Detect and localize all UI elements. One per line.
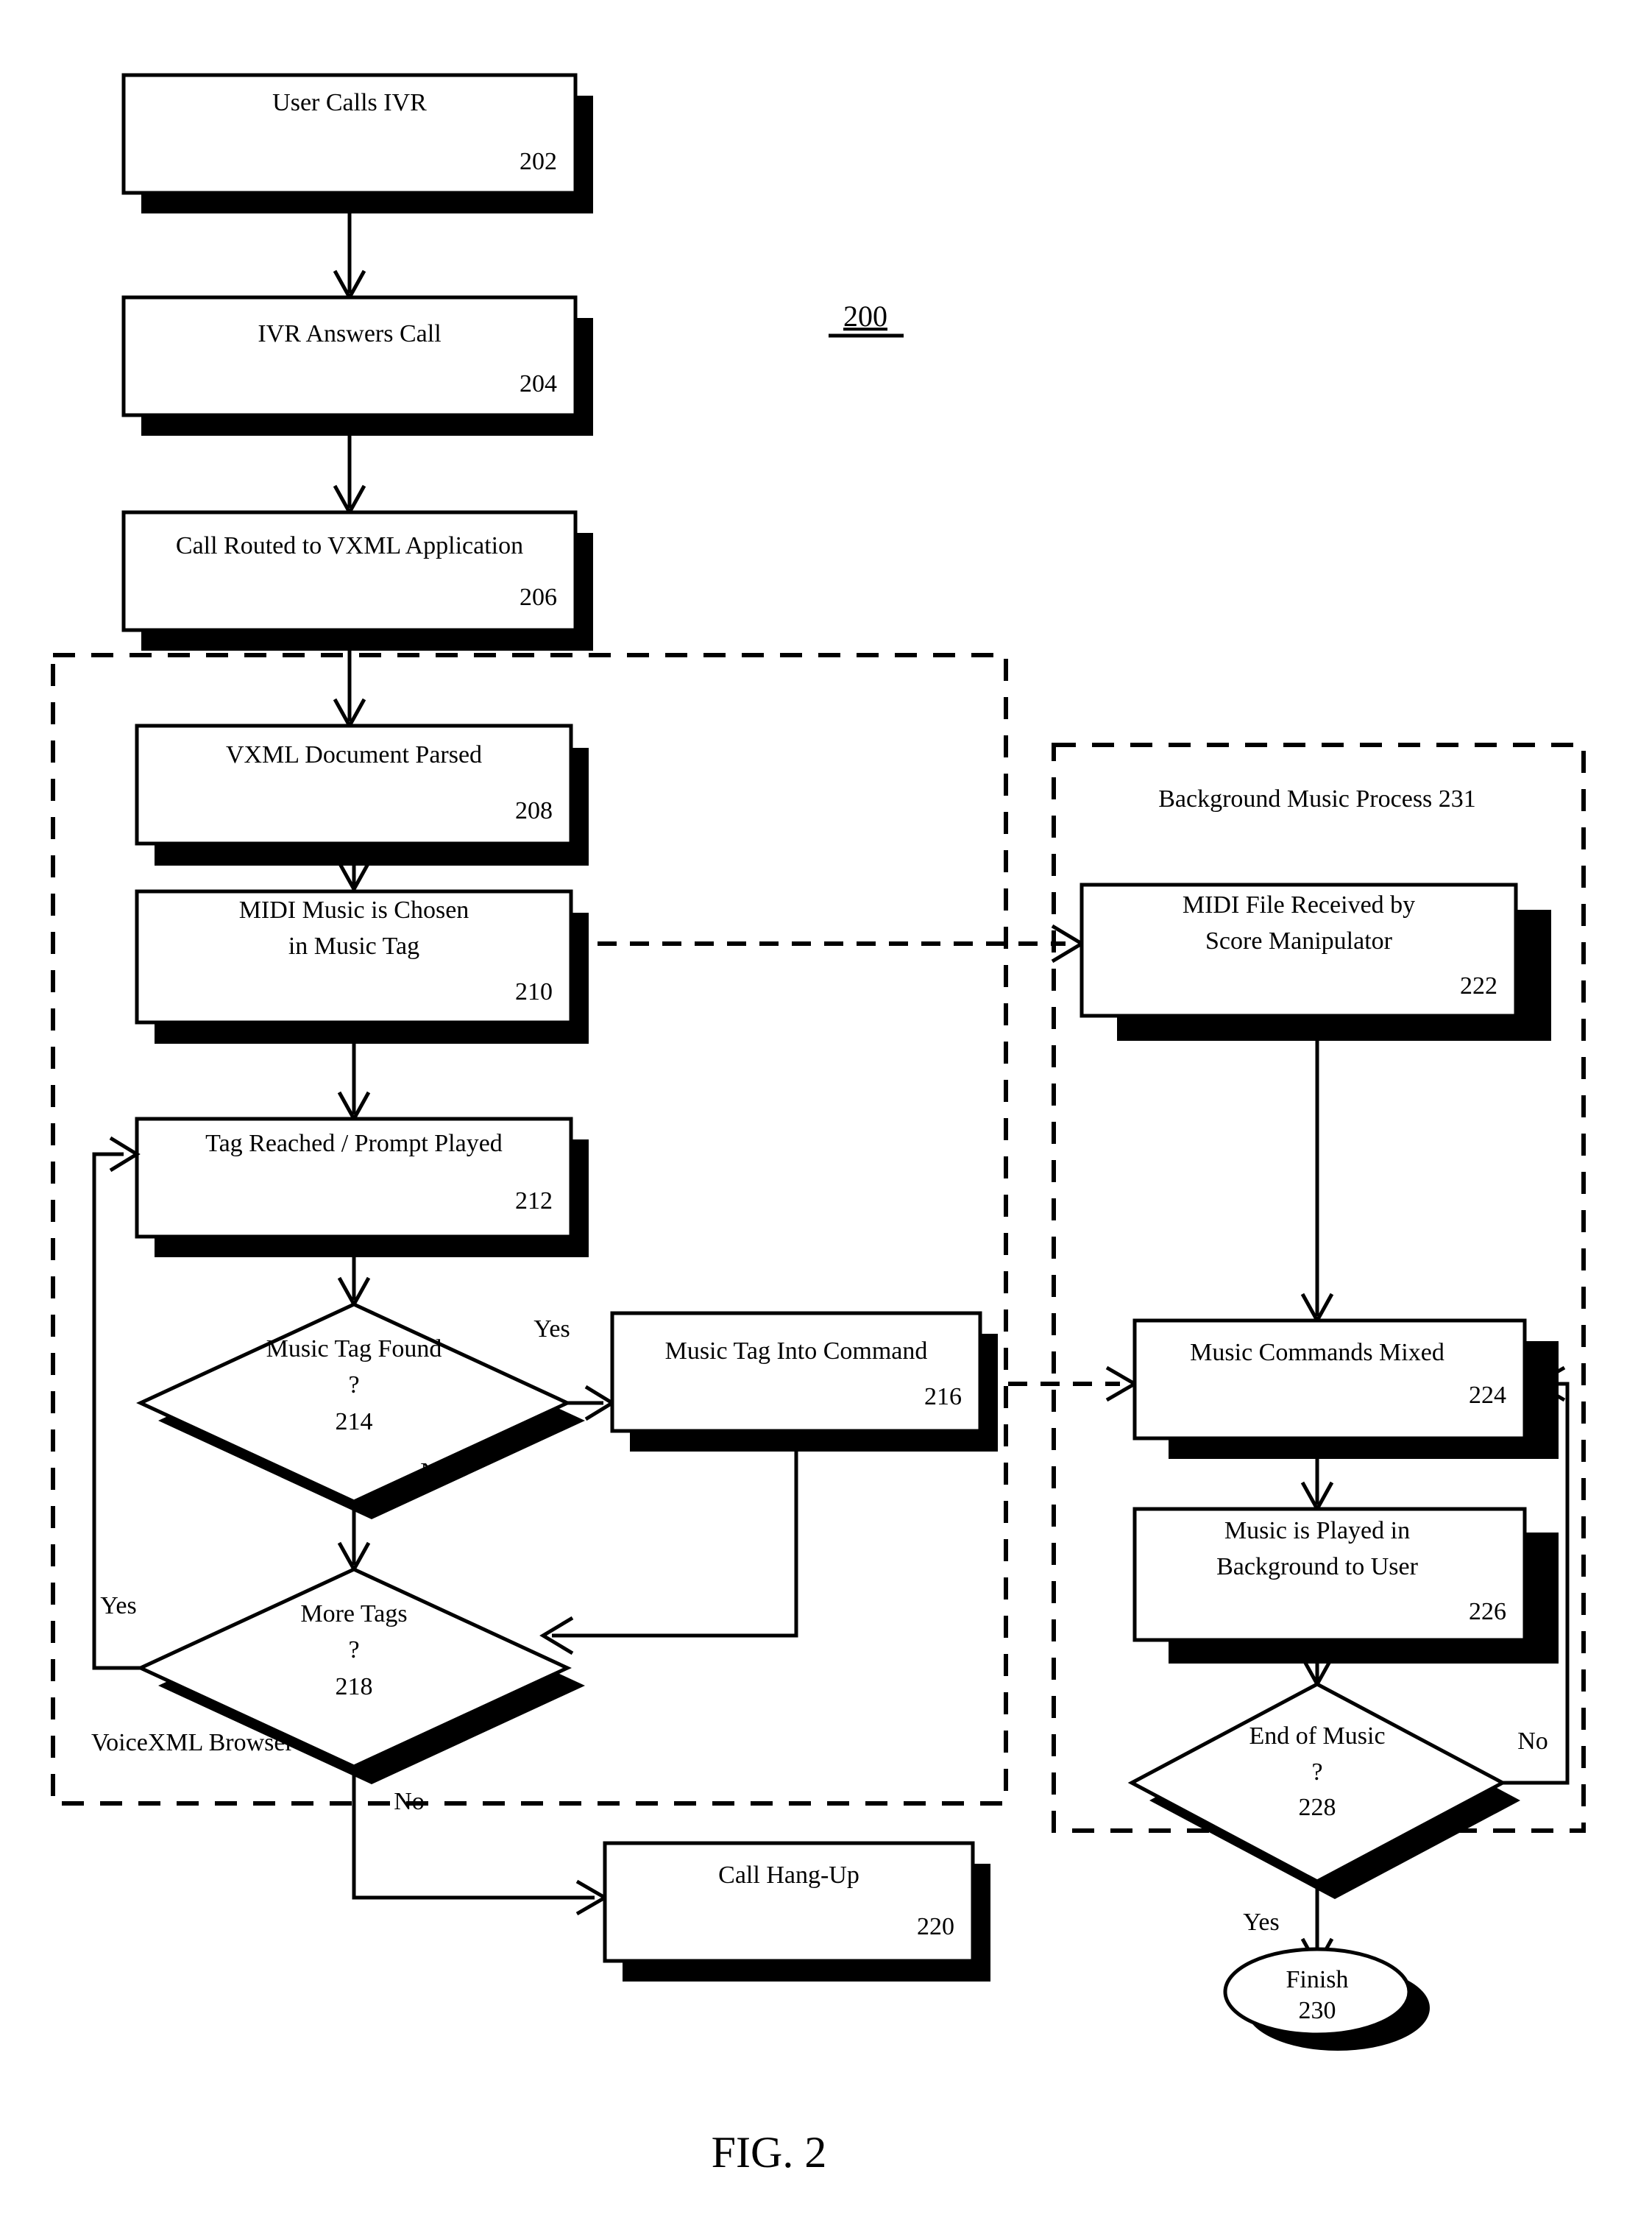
edge-218-no-to-220: No [352,1767,609,1916]
node-228-ref: 228 [1299,1794,1336,1821]
node-204-label: IVR Answers Call [258,320,441,347]
flowchart-svg: VoiceXML Browser Process 221 Background … [51,73,1586,2177]
node-218-ref: 218 [336,1673,373,1700]
node-228-end-of-music-decision[interactable]: End of Music ? 228 [1127,1682,1520,1899]
node-216-music-tag-into-command[interactable]: Music Tag Into Command 216 [610,1311,998,1452]
edge-202-to-204 [333,213,366,302]
edge-210-to-212 [337,1044,371,1123]
node-210-midi-music-is-chosen[interactable]: MIDI Music is Chosen in Music Tag 210 [135,889,589,1044]
node-216-ref: 216 [924,1383,962,1410]
edge-210-to-222-dashed [598,924,1085,964]
edge-label-more-tags-yes: Yes [100,1592,136,1619]
edge-216-to-218 [539,1452,798,1655]
node-222-midi-file-received[interactable]: MIDI File Received by Score Manipulator … [1080,883,1551,1041]
node-210-label-line1: MIDI Music is Chosen [239,897,469,924]
node-222-label-line1: MIDI File Received by [1183,891,1415,919]
edge-216-to-224-dashed [1008,1365,1138,1402]
node-212-tag-reached-prompt-played[interactable]: Tag Reached / Prompt Played 212 [135,1117,589,1257]
figure-number-200: 200 [829,300,904,338]
node-208-label: VXML Document Parsed [226,741,482,768]
node-204-ivr-answers-call[interactable]: IVR Answers Call 204 [121,295,593,436]
node-226-music-played-in-background[interactable]: Music is Played in Background to User 22… [1132,1507,1559,1664]
figure-canvas: VoiceXML Browser Process 221 Background … [0,0,1652,2234]
node-220-call-hang-up[interactable]: Call Hang-Up 220 [603,1841,990,1982]
node-226-label-line2: Background to User [1216,1553,1419,1580]
node-206-call-routed-to-vxml-application[interactable]: Call Routed to VXML Application 206 [121,510,593,651]
edge-218-yes-to-212: Yes [92,1136,141,1670]
group-label-background: Background Music Process 231 [1158,785,1476,813]
node-224-label: Music Commands Mixed [1190,1339,1444,1366]
node-214-question-mark: ? [348,1371,359,1399]
node-210-label-line2: in Music Tag [288,933,419,960]
edge-222-to-224 [1300,1041,1334,1325]
node-230-label: Finish [1286,1966,1348,1993]
edge-label-tag-found-yes: Yes [533,1315,570,1343]
node-220-ref: 220 [917,1913,954,1940]
node-228-label: End of Music [1249,1722,1385,1750]
edge-label-end-music-yes: Yes [1243,1909,1279,1936]
node-218-label: More Tags [300,1600,407,1627]
node-228-question-mark: ? [1311,1758,1322,1786]
node-222-ref: 222 [1460,972,1497,1000]
node-212-label: Tag Reached / Prompt Played [205,1130,503,1157]
node-230-finish-terminator[interactable]: Finish 230 [1223,1947,1430,2051]
node-210-ref: 210 [515,978,553,1005]
node-216-label: Music Tag Into Command [665,1337,928,1365]
edge-label-tag-found-no: No [420,1458,451,1485]
svg-text:200: 200 [843,300,887,333]
node-202-label: User Calls IVR [272,89,427,116]
node-218-question-mark: ? [348,1636,359,1664]
node-208-vxml-document-parsed[interactable]: VXML Document Parsed 208 [135,724,589,866]
edge-208-to-210 [337,861,371,894]
edge-224-to-226 [1300,1459,1334,1513]
node-202-ref: 202 [520,148,557,175]
node-222-label-line2: Score Manipulator [1205,927,1393,955]
node-214-ref: 214 [336,1408,373,1435]
node-214-music-tag-found-decision[interactable]: Music Tag Found ? 214 [136,1302,585,1519]
node-226-label-line1: Music is Played in [1224,1517,1410,1544]
edge-label-more-tags-no: No [394,1788,425,1815]
node-208-ref: 208 [515,797,553,824]
node-220-label: Call Hang-Up [718,1862,859,1889]
node-212-ref: 212 [515,1187,553,1215]
edge-label-end-music-no: No [1517,1728,1548,1755]
node-204-ref: 204 [520,370,557,397]
node-226-ref: 226 [1469,1598,1506,1625]
edge-204-to-206 [333,436,366,517]
node-206-ref: 206 [520,584,557,611]
node-206-label: Call Routed to VXML Application [176,532,523,559]
node-230-ref: 230 [1299,1997,1336,2024]
node-224-ref: 224 [1469,1382,1506,1409]
node-214-label: Music Tag Found [266,1335,442,1362]
figure-caption: FIG. 2 [712,2128,827,2177]
edge-212-to-214 [337,1257,371,1309]
edge-206-to-208 [333,651,366,730]
node-224-music-commands-mixed[interactable]: Music Commands Mixed 224 [1132,1318,1559,1459]
node-202-user-calls-ivr[interactable]: User Calls IVR 202 [121,73,593,213]
